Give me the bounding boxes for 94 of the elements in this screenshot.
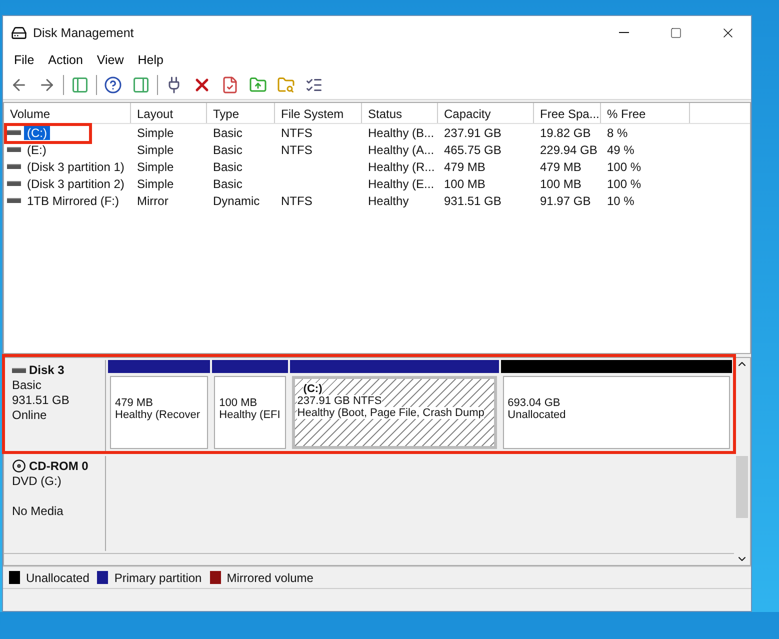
disk-info-panel[interactable]: Disk 3 Basic 931.51 GB Online (6, 360, 106, 451)
help-icon (104, 76, 122, 94)
table-cell-text: 100 % (606, 160, 642, 174)
table-cell-text: Healthy (367, 194, 410, 208)
disk-type: DVD (G:) (12, 474, 62, 488)
partition-label: (C:) (303, 383, 322, 395)
table-cell-text: Basic (212, 160, 244, 174)
drive-label[interactable]: (C:) (24, 126, 50, 140)
table-cell-text: NTFS (280, 126, 314, 140)
drive-label[interactable]: (Disk 3 partition 2) (24, 176, 128, 190)
menu-item[interactable]: Help (130, 51, 170, 69)
legend-label: Primary partition (114, 570, 202, 584)
disk-info-panel[interactable]: CD-ROM 0 DVD (G:) No Media (6, 456, 106, 551)
partition-block[interactable]: (C:) 237.91 GB NTFS Healthy (Boot, Page File, Crash Dump (292, 376, 497, 449)
table-cell-text: 49 % (606, 142, 636, 156)
forward-icon (38, 76, 56, 94)
table-cell-text: NTFS (280, 194, 314, 208)
table-cell-text: Dynamic (212, 194, 261, 208)
partition-block[interactable]: 479 MB Healthy (Recover (110, 376, 208, 449)
column-header[interactable]: Volume (4, 103, 131, 123)
drive-icon (7, 164, 21, 169)
table-cell-text: Basic (212, 176, 244, 190)
column-header[interactable]: Type (207, 103, 275, 123)
legend-label: Mirrored volume (226, 570, 314, 584)
partition-status: Healthy (Boot, Page File, Crash Dump (297, 407, 484, 419)
disc-icon (12, 459, 26, 473)
partition-block[interactable]: 100 MB Healthy (EFI (214, 376, 286, 449)
partition-block[interactable]: 693.04 GB Unallocated (502, 376, 730, 449)
column-header[interactable]: Capacity (438, 103, 534, 123)
table-cell-text: 479 MB (539, 160, 582, 174)
column-header[interactable]: Layout (131, 103, 207, 123)
disk-status: No Media (12, 504, 64, 518)
drive-icon (7, 147, 21, 152)
table-cell-text: 229.94 GB (539, 142, 598, 156)
table-cell-text: 479 MB (443, 160, 486, 174)
drive-icon (7, 198, 21, 203)
partition-status: Unallocated (508, 409, 566, 421)
table-cell-text: Healthy (R... (367, 160, 436, 174)
drive-icon (7, 181, 21, 186)
table-cell-text: 465.75 GB (443, 142, 502, 156)
partition-size: 100 MB (219, 397, 258, 409)
folder-search-icon (277, 76, 295, 94)
disk-name: Disk 3 (29, 363, 64, 377)
table-cell-text: 237.91 GB (443, 126, 502, 140)
column-header[interactable]: % Free (601, 103, 690, 123)
legend-label: Unallocated (26, 570, 90, 584)
table-cell-text: Basic (212, 142, 244, 156)
table-cell-text: 100 % (606, 176, 642, 190)
partition-size: 479 MB (115, 397, 153, 409)
table-cell-text: Basic (212, 126, 244, 140)
drive-icon (7, 130, 21, 135)
table-cell-text: Simple (136, 126, 175, 140)
table-cell-text: 931.51 GB (443, 194, 502, 208)
table-cell-text: Mirror (136, 194, 170, 208)
minimize-icon (619, 32, 629, 33)
table-cell-text: Simple (136, 176, 175, 190)
disk-name: CD-ROM 0 (29, 459, 88, 473)
table-cell-text: Healthy (E... (367, 176, 436, 190)
column-header[interactable]: Free Spa... (534, 103, 601, 123)
partition-status: Healthy (Recover (115, 409, 200, 421)
disk-status: Online (12, 408, 48, 422)
column-header[interactable]: File System (275, 103, 362, 123)
column-header[interactable]: Status (362, 103, 438, 123)
checklist-icon (305, 76, 323, 94)
partition-size: 237.91 GB NTFS (297, 395, 382, 407)
folder-up-icon (249, 76, 267, 94)
drive-label[interactable]: (Disk 3 partition 1) (24, 160, 128, 174)
panel-icon (132, 76, 150, 94)
check-document-icon (221, 76, 239, 94)
table-cell-text: 19.82 GB (539, 126, 592, 140)
drive-label[interactable]: (E:) (24, 142, 50, 156)
table-cell-text: 10 % (606, 194, 636, 208)
maximize-icon (670, 26, 682, 38)
menu-item[interactable]: Action (41, 51, 90, 69)
panel-icon (71, 76, 89, 94)
partition-status: Healthy (EFI (219, 409, 280, 421)
disk-size: 931.51 GB (12, 393, 70, 407)
drive-icon (12, 368, 26, 372)
back-icon (10, 76, 28, 94)
menu-item[interactable]: View (90, 51, 131, 69)
partition-size: 693.04 GB (508, 397, 560, 409)
disk-type: Basic (12, 378, 42, 392)
menu-item[interactable]: File (7, 51, 42, 69)
table-cell-text: 91.97 GB (539, 194, 592, 208)
drive-label[interactable]: 1TB Mirrored (F:) (24, 194, 122, 208)
table-cell-text: 100 MB (539, 176, 582, 190)
table-cell-text: Simple (136, 160, 175, 174)
table-cell-text: 100 MB (443, 176, 486, 190)
table-cell-text: NTFS (280, 142, 314, 156)
table-cell-text: Healthy (B... (367, 126, 436, 140)
table-cell-text: 8 % (606, 126, 629, 140)
table-cell-text: Simple (136, 142, 175, 156)
window-title: Disk Management (33, 26, 135, 40)
table-cell-text: Healthy (A... (367, 142, 436, 156)
